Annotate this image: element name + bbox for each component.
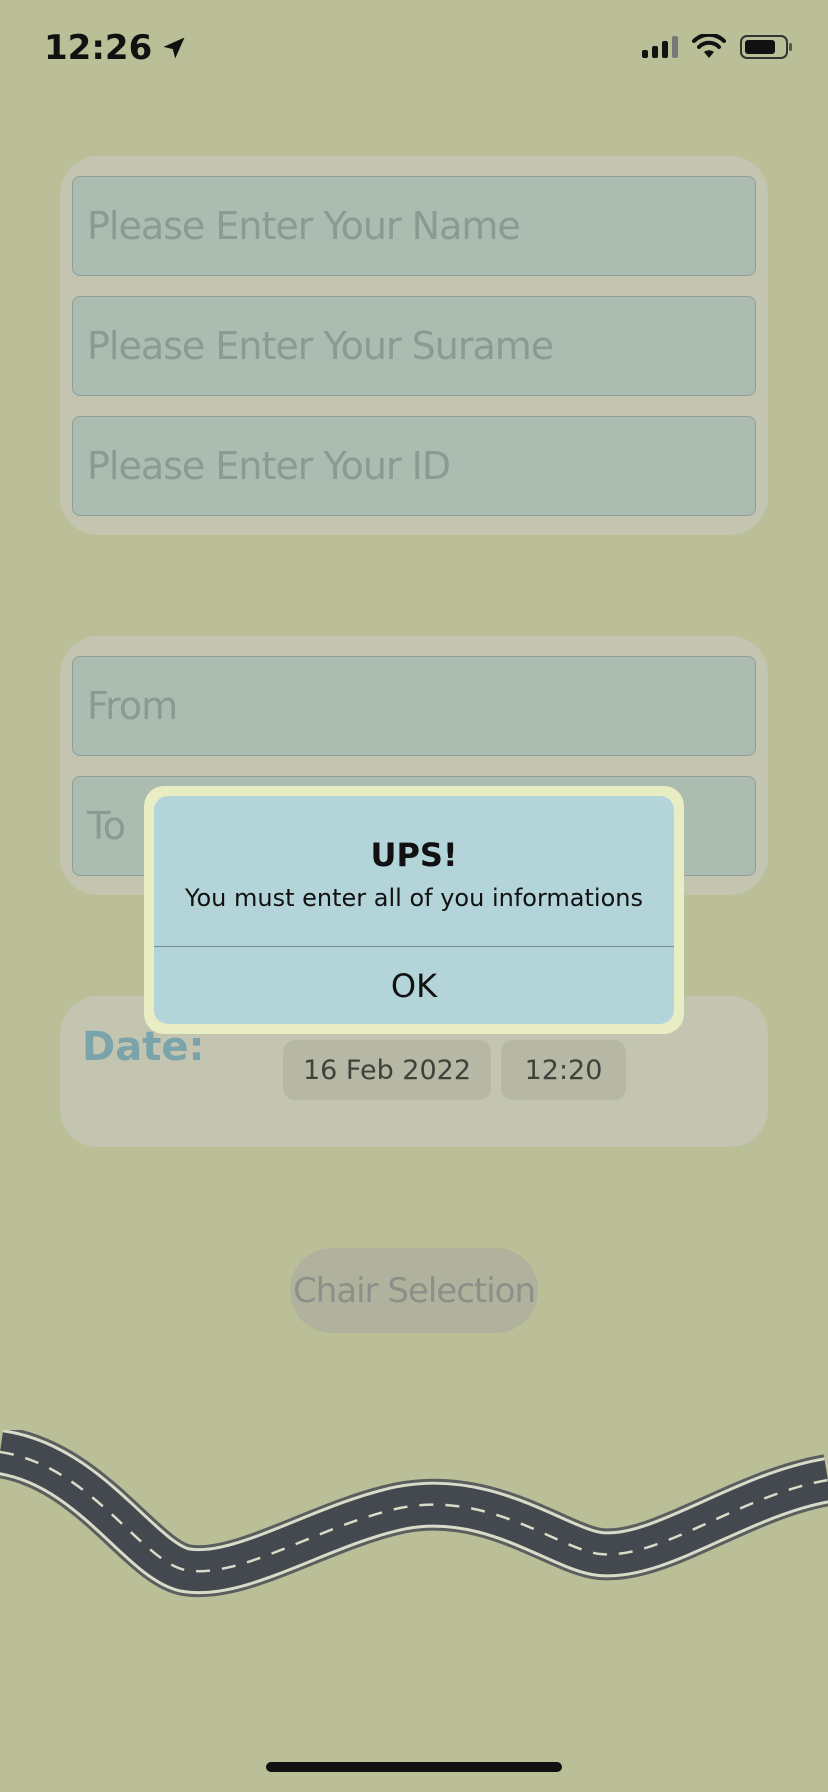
location-arrow-icon (163, 37, 185, 59)
surname-input-placeholder: Please Enter Your Surame (87, 324, 554, 368)
status-time-text: 12:26 (44, 28, 153, 68)
home-indicator (266, 1762, 562, 1772)
from-input-placeholder: From (87, 684, 178, 728)
surname-input[interactable]: Please Enter Your Surame (72, 296, 756, 396)
id-input-placeholder: Please Enter Your ID (87, 444, 451, 488)
alert-message: You must enter all of you informations (185, 884, 643, 912)
status-bar-icons (642, 34, 794, 60)
time-picker-button[interactable]: 12:20 (501, 1040, 626, 1100)
date-picker-button[interactable]: 16 Feb 2022 (283, 1040, 491, 1100)
name-input-placeholder: Please Enter Your Name (87, 204, 521, 248)
to-input-placeholder: To (87, 804, 126, 848)
personal-info-card: Please Enter Your Name Please Enter Your… (60, 156, 768, 535)
id-input[interactable]: Please Enter Your ID (72, 416, 756, 516)
alert-dialog: UPS! You must enter all of you informati… (144, 786, 684, 1034)
cellular-signal-icon (642, 36, 678, 58)
battery-icon (740, 35, 792, 59)
status-bar-time: 12:26 (44, 28, 188, 68)
wifi-icon (692, 34, 726, 58)
alert-ok-button[interactable]: OK (154, 947, 674, 1024)
chair-selection-button[interactable]: Chair Selection (290, 1248, 538, 1333)
road-illustration (0, 1430, 828, 1598)
name-input[interactable]: Please Enter Your Name (72, 176, 756, 276)
from-input[interactable]: From (72, 656, 756, 756)
alert-title: UPS! (370, 836, 458, 874)
alert-body: UPS! You must enter all of you informati… (154, 796, 674, 1024)
